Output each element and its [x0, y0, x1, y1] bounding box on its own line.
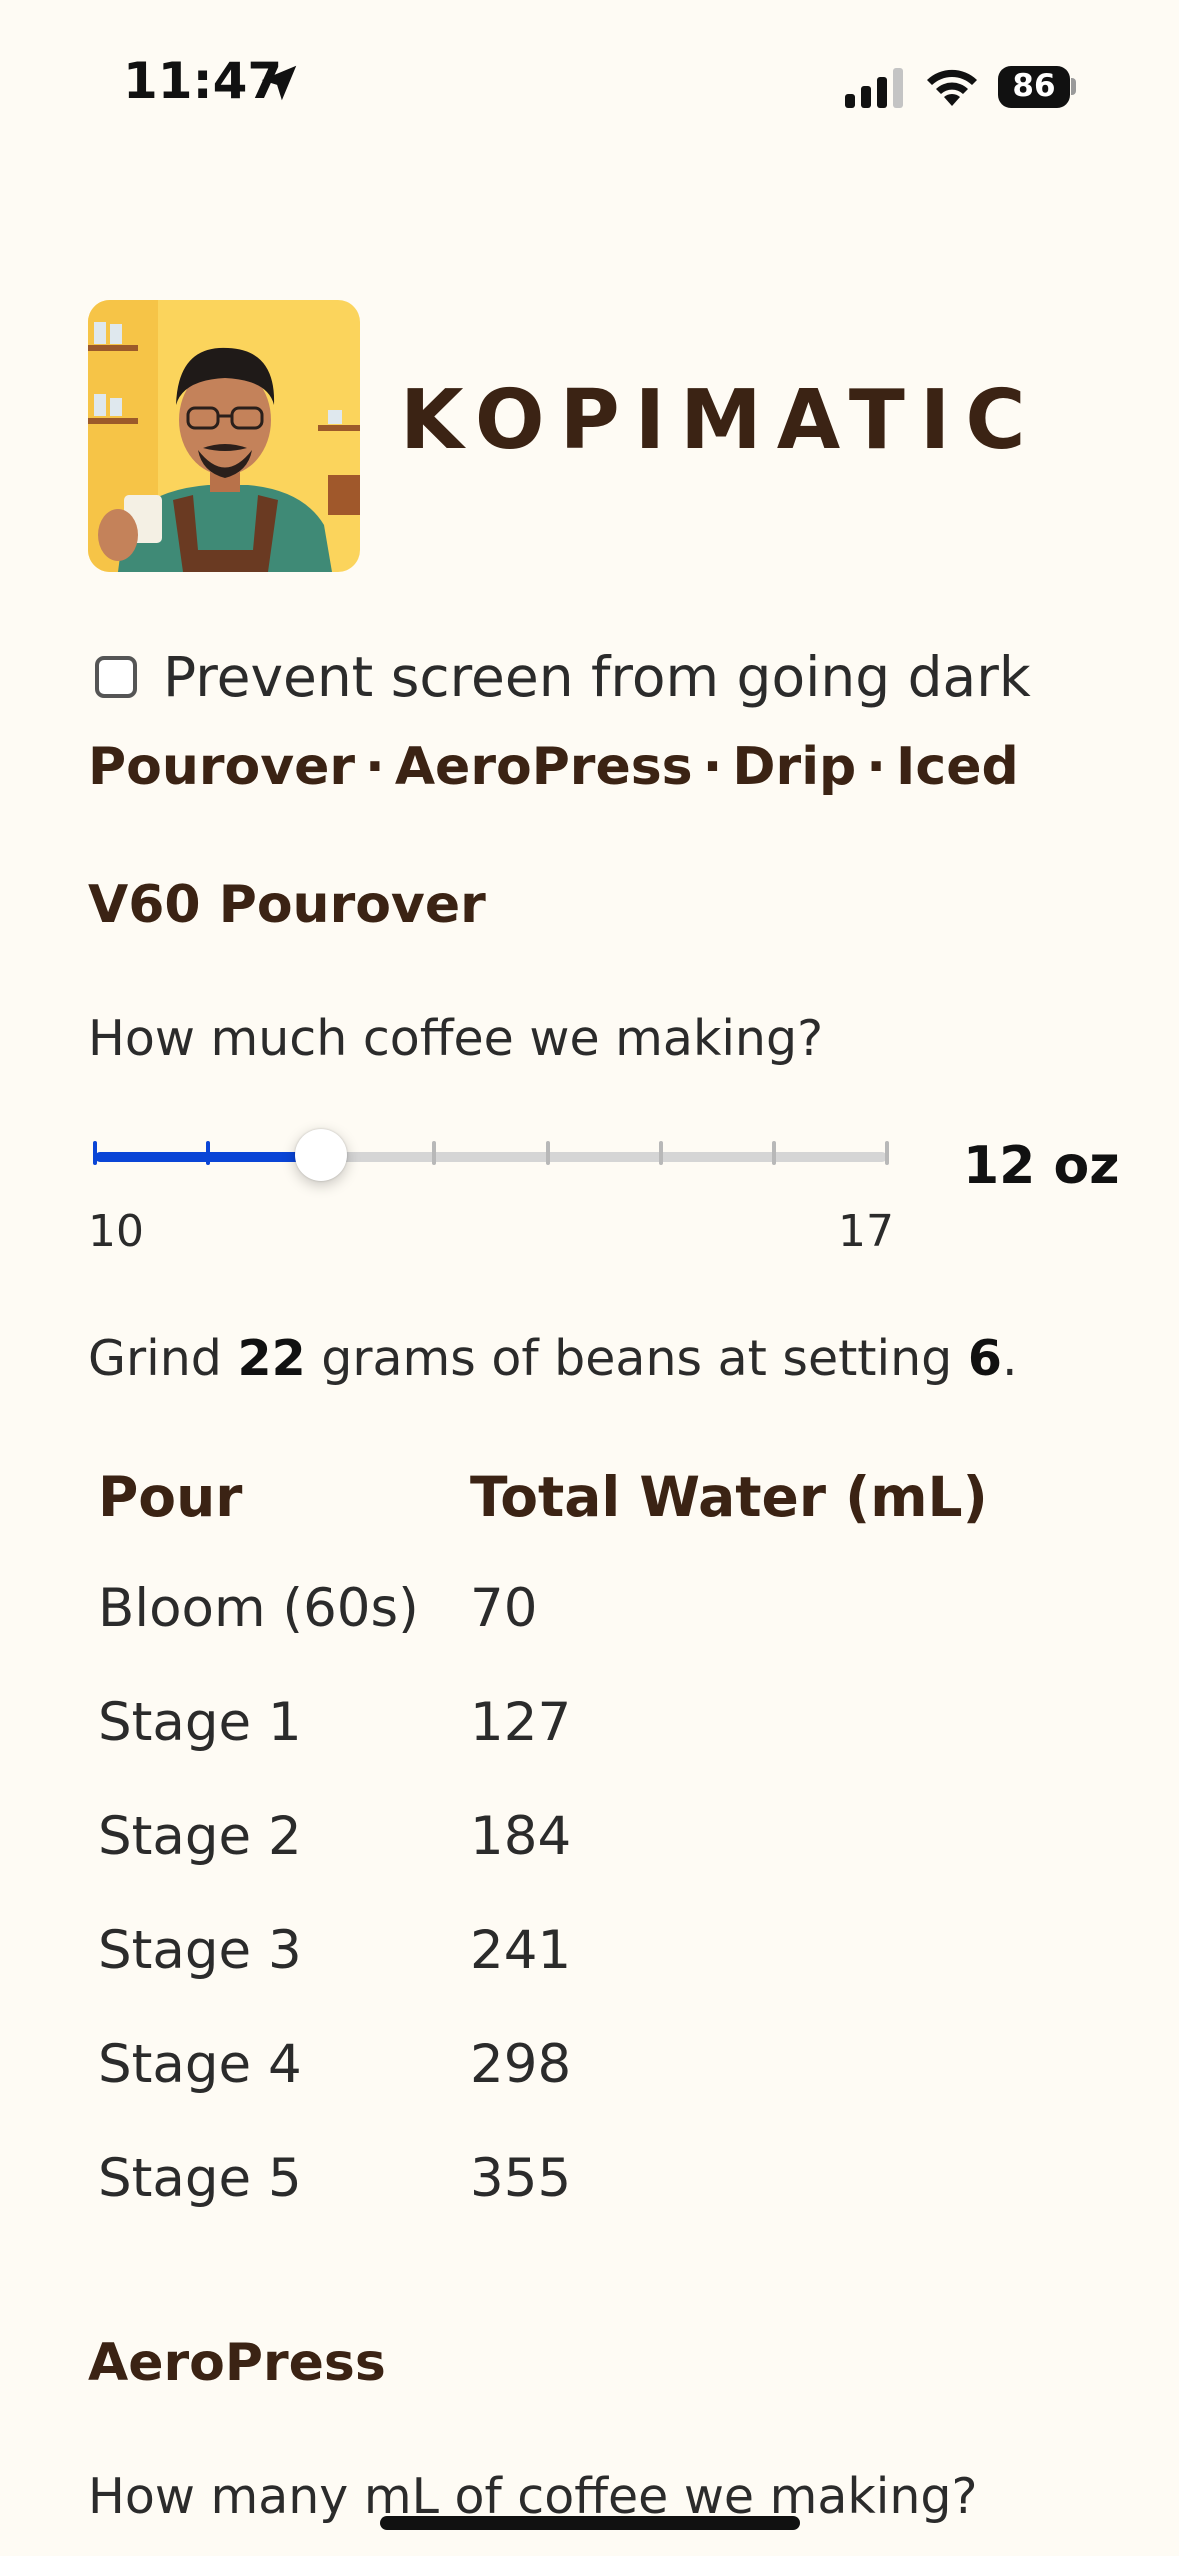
home-indicator[interactable] — [380, 2516, 800, 2530]
slider-value-label: 12 oz — [963, 1136, 1120, 1196]
table-cell-pour: Stage 3 — [98, 1920, 302, 1981]
grind-middle: grams of beans at setting — [305, 1330, 968, 1387]
battery-percentage: 86 — [1012, 68, 1056, 104]
app-brand-title: KOPIMATIC — [400, 373, 1041, 468]
slider-tick — [885, 1141, 889, 1165]
battery-icon: 86 — [998, 66, 1078, 108]
nav-separator: · — [365, 737, 385, 797]
slider-tick — [432, 1141, 437, 1165]
location-arrow-icon — [261, 65, 297, 101]
slider-tick — [206, 1141, 211, 1165]
slider-max-label: 17 — [838, 1206, 894, 1257]
nav-link-iced[interactable]: Iced — [896, 737, 1019, 797]
method-nav: Pourover · AeroPress · Drip · Iced — [88, 737, 1019, 797]
pourover-heading: V60 Pourover — [88, 875, 486, 935]
slider-min-label: 10 — [88, 1206, 144, 1257]
aeropress-heading: AeroPress — [88, 2333, 386, 2393]
grind-grams: 22 — [237, 1330, 306, 1387]
table-cell-water: 70 — [470, 1578, 538, 1639]
grind-instruction: Grind 22 grams of beans at setting 6. — [88, 1330, 1018, 1387]
nav-separator: · — [702, 737, 723, 797]
coffee-amount-slider[interactable] — [93, 1129, 889, 1181]
table-cell-pour: Stage 2 — [98, 1806, 302, 1867]
table-cell-water: 127 — [470, 1692, 572, 1753]
wifi-icon — [927, 69, 977, 106]
slider-tick — [93, 1141, 97, 1165]
barista-avatar-logo — [88, 300, 360, 572]
keep-awake-checkbox[interactable] — [95, 656, 137, 698]
slider-thumb[interactable] — [295, 1129, 348, 1181]
cellular-signal-icon — [845, 68, 903, 108]
table-cell-water: 298 — [470, 2034, 572, 2095]
keep-awake-label[interactable]: Prevent screen from going dark — [163, 645, 1031, 709]
table-cell-water: 184 — [470, 1806, 572, 1867]
grind-prefix: Grind — [88, 1330, 238, 1387]
slider-tick — [771, 1141, 776, 1165]
slider-tick — [658, 1141, 663, 1165]
table-header-water: Total Water (mL) — [470, 1465, 988, 1529]
nav-link-pourover[interactable]: Pourover — [88, 737, 355, 797]
table-cell-water: 241 — [470, 1920, 572, 1981]
nav-link-aeropress[interactable]: AeroPress — [395, 737, 693, 797]
slider-tick — [545, 1141, 550, 1165]
table-cell-pour: Stage 5 — [98, 2148, 302, 2209]
nav-separator: · — [866, 737, 887, 797]
table-header-pour: Pour — [98, 1465, 243, 1529]
table-cell-pour: Stage 1 — [98, 1692, 302, 1753]
grind-setting: 6 — [967, 1330, 1002, 1387]
table-cell-pour: Bloom (60s) — [98, 1578, 419, 1639]
nav-link-drip[interactable]: Drip — [732, 737, 856, 797]
grind-suffix: . — [1001, 1330, 1018, 1387]
pourover-question: How much coffee we making? — [88, 1010, 824, 1067]
table-cell-water: 355 — [470, 2148, 572, 2209]
table-cell-pour: Stage 4 — [98, 2034, 302, 2095]
